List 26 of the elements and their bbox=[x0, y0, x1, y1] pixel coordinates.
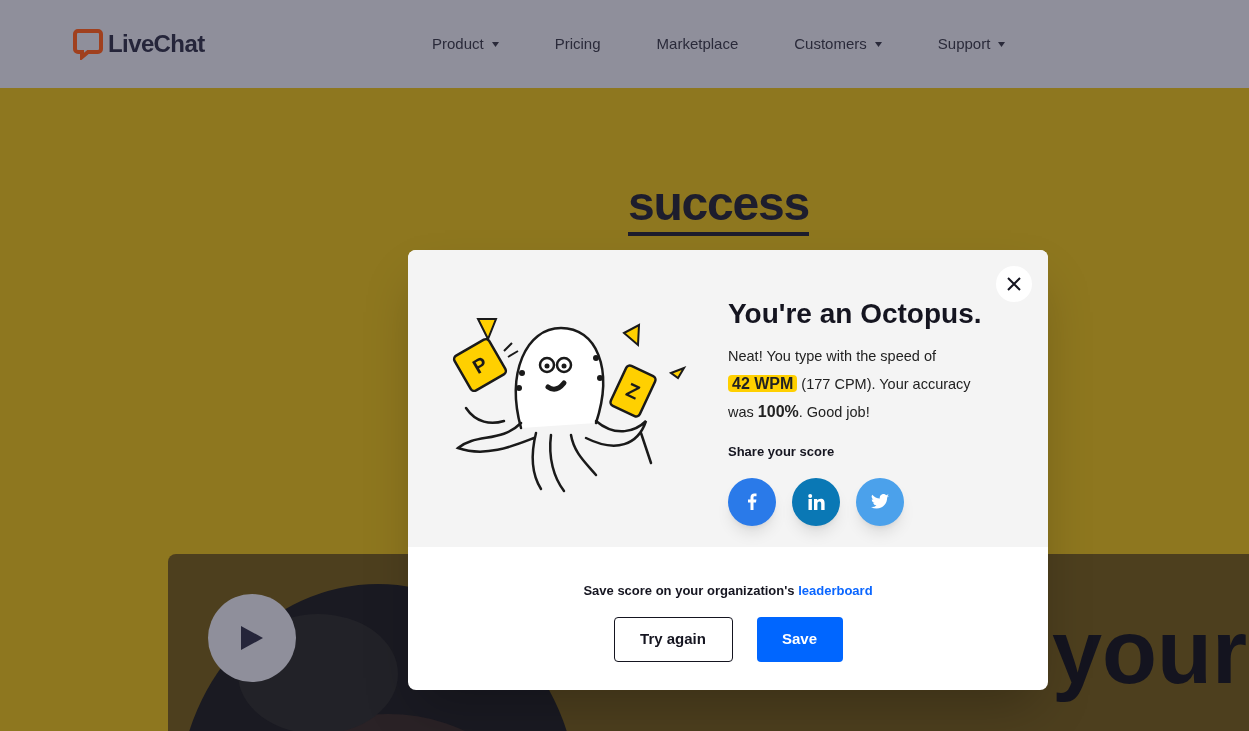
play-icon bbox=[241, 626, 263, 650]
headline: your bbox=[1052, 601, 1248, 704]
nav-link[interactable]: Support bbox=[937, 32, 1006, 56]
nav-link[interactable]: Customers bbox=[794, 32, 882, 56]
success-logo: success bbox=[628, 180, 810, 236]
nav-link[interactable]: Marketplace bbox=[656, 32, 739, 56]
nav-link[interactable]: Product bbox=[432, 32, 499, 56]
facebook-icon bbox=[747, 493, 757, 510]
result-title: You're an Octopus. bbox=[728, 297, 983, 331]
share-button[interactable] bbox=[856, 477, 904, 526]
save-button[interactable]: Save bbox=[756, 616, 843, 662]
twitter-icon bbox=[871, 494, 889, 509]
try-again-button[interactable]: Try again bbox=[613, 616, 733, 662]
share-label: Share your score bbox=[728, 443, 836, 461]
result-text: Neat! You type with the speed of 42 WPM (177 CPM). Your accuracy was 100%. Good job! bbox=[728, 347, 972, 422]
close-button[interactable] bbox=[996, 266, 1032, 302]
logo-text: LiveChat bbox=[108, 29, 205, 59]
save-note: Save score on your organization's leaderboard bbox=[583, 582, 873, 600]
linkedin-icon bbox=[807, 493, 825, 510]
share-button[interactable] bbox=[728, 477, 776, 526]
chat-bubble-icon bbox=[72, 28, 104, 60]
close-icon bbox=[1007, 277, 1021, 291]
nav-link[interactable]: Pricing bbox=[554, 32, 601, 56]
share-button[interactable] bbox=[792, 477, 840, 526]
octopus-drawing: P Z bbox=[445, 312, 691, 495]
leaderboard-link[interactable]: leaderboard bbox=[798, 583, 873, 598]
